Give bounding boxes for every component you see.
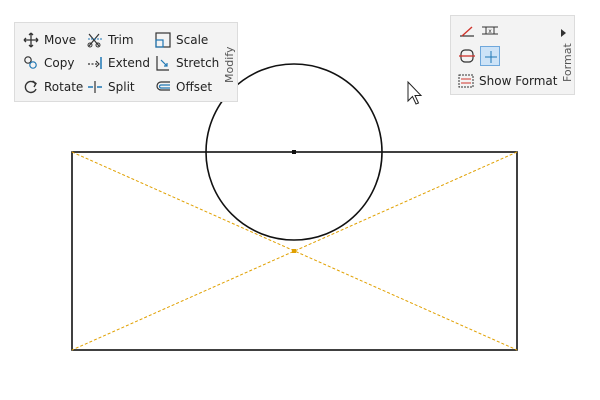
offset-label: Offset xyxy=(176,80,213,94)
format-panel: x Show Format Format xyxy=(450,15,575,95)
line-weight-icon xyxy=(457,22,477,42)
linetype-icon: x xyxy=(480,22,500,42)
mouse-cursor-icon xyxy=(407,80,423,105)
extend-label: Extend xyxy=(108,56,150,70)
linetype-button[interactable]: x xyxy=(480,22,500,42)
copy-label: Copy xyxy=(44,56,75,70)
svg-text:x: x xyxy=(488,28,492,35)
stretch-label: Stretch xyxy=(176,56,220,70)
trim-button[interactable]: Trim xyxy=(86,30,134,50)
crosshair-icon xyxy=(481,47,499,67)
rotate-icon xyxy=(22,78,40,96)
modify-panel: Move Copy Rotate Trim Extend Split Scale… xyxy=(14,22,238,102)
copy-button[interactable]: Copy xyxy=(22,53,74,73)
move-button[interactable]: Move xyxy=(22,30,76,50)
stretch-button[interactable]: Stretch xyxy=(154,53,219,73)
format-panel-title: Format xyxy=(561,43,574,82)
move-label: Move xyxy=(44,33,77,47)
rotate-button[interactable]: Rotate xyxy=(22,77,83,97)
scale-button[interactable]: Scale xyxy=(154,30,208,50)
trim-label: Trim xyxy=(108,33,134,47)
extend-button[interactable]: Extend xyxy=(86,53,150,73)
move-icon xyxy=(22,31,40,49)
modify-panel-title: Modify xyxy=(223,46,236,83)
match-properties-button[interactable] xyxy=(457,46,477,66)
format-expand-arrow-icon[interactable] xyxy=(561,29,566,37)
split-button[interactable]: Split xyxy=(86,77,135,97)
stretch-icon xyxy=(154,54,172,72)
copy-icon xyxy=(22,54,40,72)
split-label: Split xyxy=(108,80,135,94)
trim-icon xyxy=(86,31,104,49)
extend-icon xyxy=(86,54,104,72)
line-weight-button[interactable] xyxy=(457,22,477,42)
offset-button[interactable]: Offset xyxy=(154,77,212,97)
circle-center-grip[interactable] xyxy=(292,150,296,154)
rotate-label: Rotate xyxy=(44,80,84,94)
scale-icon xyxy=(154,31,172,49)
match-properties-icon xyxy=(457,46,477,66)
show-format-label: Show Format xyxy=(479,74,558,88)
show-format-button[interactable]: Show Format xyxy=(457,71,557,91)
scale-label: Scale xyxy=(176,33,209,47)
crosshair-toggle-button[interactable] xyxy=(480,46,500,66)
offset-icon xyxy=(154,78,172,96)
intersection-point xyxy=(292,249,296,253)
split-icon xyxy=(86,78,104,96)
show-format-icon xyxy=(457,72,475,90)
